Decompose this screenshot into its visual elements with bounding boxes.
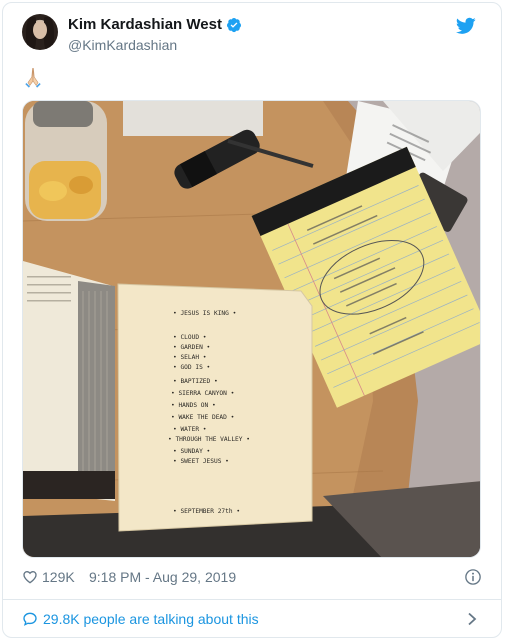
notebook-line: • JESUS IS KING • — [173, 310, 236, 317]
notebook-footer: • SEPTEMBER 27th • — [173, 508, 240, 515]
notebook-line: • SELAH • — [173, 354, 207, 361]
talking-link[interactable]: 29.8K people are talking about this — [22, 609, 482, 629]
notebook-line: • SUNDAY • — [173, 448, 210, 455]
twitter-bird-icon[interactable] — [456, 17, 476, 35]
tweet-timestamp[interactable]: 9:18 PM - Aug 29, 2019 — [89, 569, 236, 585]
avatar[interactable] — [22, 14, 58, 50]
notebook-line: • GOD IS • — [173, 364, 210, 371]
tweet-meta: 129K 9:18 PM - Aug 29, 2019 — [22, 568, 482, 586]
info-icon[interactable] — [464, 568, 482, 586]
notebook-line: • WAKE THE DEAD • — [171, 414, 234, 421]
divider — [2, 599, 502, 600]
talking-text[interactable]: 29.8K people are talking about this — [43, 611, 259, 627]
notebook-line: • SWEET JESUS • — [173, 458, 229, 465]
notebook-line: • BAPTIZED • — [173, 378, 218, 385]
like-count[interactable]: 129K — [42, 569, 75, 585]
notebook-line: • CLOUD • — [173, 334, 207, 341]
notebook-line: • HANDS ON • — [171, 402, 216, 409]
tweet-header: Kim Kardashian West @KimKardashian — [22, 14, 482, 54]
notebook-line: • SIERRA CANYON • — [171, 390, 234, 397]
verified-badge-icon — [226, 18, 241, 33]
notebook-line: • THROUGH THE VALLEY • — [168, 436, 250, 443]
author-names[interactable]: Kim Kardashian West @KimKardashian — [68, 16, 242, 54]
handle[interactable]: @KimKardashian — [68, 36, 242, 54]
praying-hands-icon — [25, 67, 41, 88]
display-name[interactable]: Kim Kardashian West — [68, 16, 222, 34]
desk-photo: • JESUS IS KING • • CLOUD • • GARDEN • •… — [23, 101, 480, 557]
notebook-line: • WATER • — [173, 426, 207, 433]
tweet-photo[interactable]: • JESUS IS KING • • CLOUD • • GARDEN • •… — [22, 100, 481, 558]
heart-icon[interactable] — [22, 569, 38, 585]
speech-bubble-icon — [23, 612, 37, 626]
chevron-right-icon[interactable] — [466, 612, 478, 626]
notebook-line: • GARDEN • — [173, 344, 210, 351]
